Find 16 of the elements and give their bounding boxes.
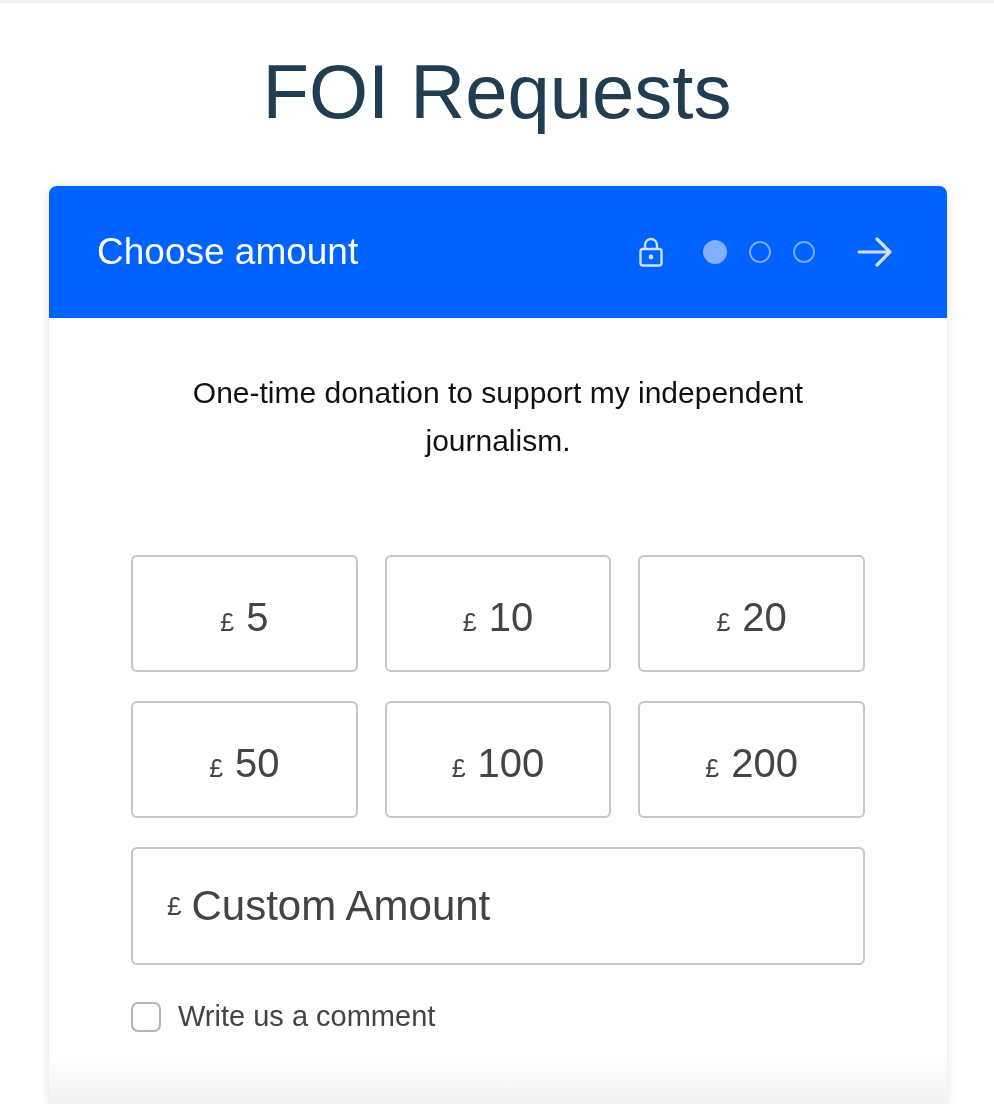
amount-button[interactable]: £ 20 — [638, 555, 865, 672]
custom-amount-field[interactable]: £ Custom Amount — [131, 847, 865, 965]
amount-button[interactable]: £ 100 — [384, 701, 612, 818]
amount-button[interactable]: £ 10 — [384, 555, 612, 672]
currency-symbol: £ — [167, 890, 182, 922]
comment-checkbox[interactable] — [131, 1001, 161, 1032]
custom-amount-input[interactable]: Custom Amount — [191, 882, 863, 930]
donation-description: One-time donation to support my independent journalism. — [191, 375, 805, 459]
comment-label[interactable]: Write us a comment — [178, 1000, 436, 1033]
page-title: FOI Requests — [262, 52, 732, 132]
amount-button[interactable]: £ 200 — [638, 701, 865, 818]
next-arrow-icon[interactable] — [857, 237, 893, 267]
amount-button[interactable]: £ 50 — [131, 701, 358, 818]
lock-icon — [639, 237, 663, 267]
step-title: Choose amount — [97, 231, 359, 273]
amount-button[interactable]: £ 5 — [131, 555, 358, 672]
